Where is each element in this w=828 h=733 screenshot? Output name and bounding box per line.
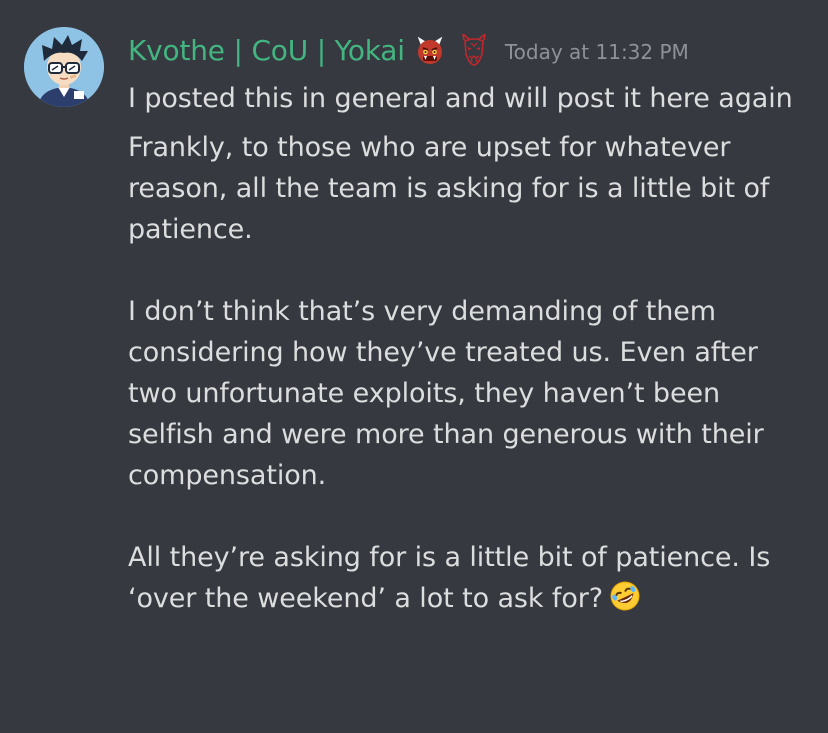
message-timestamp[interactable]: Today at 11:32 PM: [505, 36, 689, 64]
rolling-on-floor-laughing-emoji-icon: [609, 580, 641, 624]
chat-message: Kvothe | CoU | Yokai Today at 11:32 PM I…: [0, 0, 828, 733]
message-paragraph-last: All they’re asking for is a little bit o…: [128, 537, 808, 624]
message-paragraph-text: All they’re asking for is a little bit o…: [128, 542, 771, 614]
message-paragraph: I don’t think that’s very demanding of t…: [128, 296, 764, 491]
ogre-emoji-icon: [415, 35, 445, 65]
message-paragraph: Frankly, to those who are upset for what…: [128, 132, 770, 245]
message-paragraph: I posted this in general and will post i…: [128, 83, 793, 114]
red-oni-mask-icon: [461, 34, 487, 66]
cartoon-avatar-icon: [24, 27, 104, 107]
message-content: I posted this in general and will post i…: [128, 78, 808, 624]
user-avatar[interactable]: [24, 27, 104, 107]
username[interactable]: Kvothe | CoU | Yokai: [128, 34, 405, 67]
message-header: Kvothe | CoU | Yokai Today at 11:32 PM: [128, 28, 689, 72]
